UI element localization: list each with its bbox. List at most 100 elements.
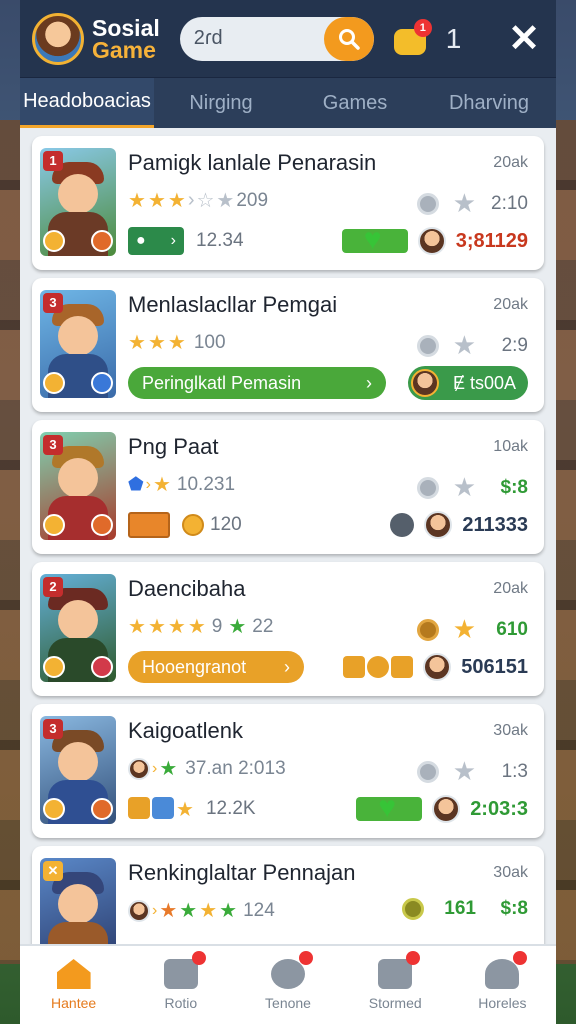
- clock-icon: [416, 334, 439, 357]
- stats-row: ★ 2:10: [416, 188, 528, 219]
- stats-row: ★ $:8: [416, 472, 528, 503]
- nav-rotio[interactable]: Rotio: [127, 946, 234, 1024]
- action-button[interactable]: Hooengranot ›: [128, 651, 304, 683]
- star-icon: ★: [219, 900, 238, 922]
- inbox-icon: [378, 951, 421, 989]
- game-title: Png Paat: [128, 434, 219, 459]
- player-avatar[interactable]: [424, 511, 453, 539]
- app-window: Sosial Game 1 1 ✕ Headoboacias Nirging G…: [20, 0, 556, 1024]
- game-title: Menlaslacllar Pemgai: [128, 292, 338, 317]
- stat-value: 1:3: [501, 760, 528, 782]
- book-badge-icon: [43, 656, 65, 678]
- rating-value: 37.an 2:013: [185, 757, 286, 779]
- chevron-icon: ›: [152, 901, 158, 919]
- game-thumbnail: 3: [40, 290, 116, 398]
- rating-value: 124: [243, 899, 275, 921]
- clock-icon: [402, 898, 424, 920]
- player-avatar: [128, 899, 150, 922]
- gear-icon[interactable]: [390, 513, 415, 537]
- rank-badge: 1: [43, 151, 63, 171]
- star-icon: ★: [128, 190, 146, 212]
- nav-label: Hantee: [51, 995, 97, 1011]
- star-icon: ★: [159, 758, 178, 780]
- stat-pre-value: 161: [444, 898, 476, 919]
- player-avatar[interactable]: [417, 227, 446, 255]
- game-title: Kaigoatlenk: [128, 718, 243, 743]
- rating-mid: 9: [211, 615, 223, 637]
- tab-bar: Headoboacias Nirging Games Dharving: [20, 78, 556, 128]
- game-thumbnail: 3: [40, 432, 116, 540]
- nav-home[interactable]: Hantee: [20, 946, 127, 1024]
- stats-row: ★ 1:3: [416, 756, 528, 787]
- user-avatar[interactable]: [32, 12, 84, 65]
- star-icon: ★: [128, 332, 146, 354]
- gift-icon: [152, 796, 174, 819]
- chevron-icon: ›: [145, 475, 151, 493]
- card-footer: ●› 12.34 3;81129: [128, 223, 528, 258]
- star-icon: ★: [199, 900, 218, 922]
- stats-row: ★ 2:9: [416, 330, 528, 361]
- rating-value: 100: [193, 331, 226, 353]
- card-footer: ★ 12.2K 2:03:3: [128, 791, 528, 826]
- leaderboard-list: 1 Pamigk lanlale Penarasin 20ak ★ ★ ★ › …: [20, 128, 556, 944]
- rating-row: › ★ ★ ★ ★ 124: [128, 898, 275, 923]
- list-item[interactable]: 3 Png Paat 10ak ⬟ › ★ 10.231 ★ $:8 120 2…: [32, 420, 544, 554]
- list-item[interactable]: 1 Pamigk lanlale Penarasin 20ak ★ ★ ★ › …: [32, 136, 544, 270]
- nav-tenone[interactable]: Tenone: [234, 946, 341, 1024]
- star-icon: ★: [147, 616, 166, 638]
- player-avatar[interactable]: [432, 795, 461, 823]
- tab-games[interactable]: Games: [288, 78, 422, 128]
- tab-leaderboards[interactable]: Headoboacias: [20, 78, 154, 128]
- close-button[interactable]: ✕: [508, 20, 540, 58]
- gold-badge-icon: [43, 230, 65, 252]
- top-bar: Sosial Game 1 1 ✕: [20, 0, 556, 78]
- search-bar: [179, 16, 374, 61]
- time-label: 30ak: [493, 864, 528, 881]
- notification-badge: 1: [413, 18, 432, 37]
- star-icon: ★: [152, 474, 171, 496]
- tab-nirging[interactable]: Nirging: [154, 78, 288, 128]
- nav-stormed[interactable]: Stormed: [342, 946, 449, 1024]
- clock-icon: [416, 760, 439, 783]
- notification-dot: [513, 951, 528, 965]
- notification-button[interactable]: 1: [393, 18, 432, 55]
- brand-line-1: Sosial: [92, 14, 160, 41]
- list-item[interactable]: 3 Kaigoatlenk 30ak › ★ 37.an 2:013 ★ 1:3: [32, 704, 544, 838]
- action-button[interactable]: Peringlkatl Pemasin ›: [128, 367, 386, 399]
- star-icon: ★: [452, 614, 476, 644]
- score-group: Ɇ ts00A: [407, 366, 528, 400]
- search-input[interactable]: [179, 27, 324, 50]
- star-icon: ★: [452, 472, 476, 502]
- star-icon: ★: [167, 332, 186, 354]
- rating-row: ⬟ › ★ 10.231: [128, 472, 235, 497]
- tab-dharving[interactable]: Dharving: [422, 78, 556, 128]
- sub-value: 12.2K: [205, 798, 256, 819]
- nav-horeles[interactable]: Horeles: [449, 946, 556, 1024]
- home-icon: [56, 959, 91, 989]
- notification-dot: [406, 951, 421, 965]
- star-icon: ★: [128, 616, 146, 638]
- rank-badge: 3: [43, 293, 63, 313]
- profile-icon: [485, 951, 528, 989]
- play-button[interactable]: ● ›: [128, 227, 184, 255]
- time-label: 20ak: [493, 296, 528, 313]
- list-item[interactable]: 3 Menlaslacllar Pemgai 20ak ★ ★ ★ 100 ★ …: [32, 278, 544, 412]
- list-item[interactable]: 2 Daencibaha 20ak ★ ★ ★ ★ 9 ★ 22 ★ 610 H…: [32, 562, 544, 696]
- time-label: 20ak: [493, 580, 528, 597]
- star-icon: ★: [452, 188, 476, 218]
- player-pill[interactable]: Ɇ ts00A: [407, 366, 528, 400]
- star-icon: ★: [147, 332, 166, 354]
- player-avatar[interactable]: [423, 653, 452, 681]
- stats-row: ★ 610: [416, 614, 528, 645]
- screen-icon: [163, 951, 206, 989]
- search-button[interactable]: [323, 16, 374, 61]
- score-group: 2:03:3: [356, 791, 528, 825]
- sword-rank-icon: ✕: [43, 861, 63, 881]
- nav-label: Horeles: [478, 995, 527, 1011]
- rating-row: ★ ★ ★ ★ 9 ★ 22: [128, 614, 273, 639]
- list-item[interactable]: ✕ Renkinglaltar Pennajan 30ak › ★ ★ ★ ★ …: [32, 846, 544, 944]
- bottom-nav: Hantee Rotio Tenone Stormed Horeles: [20, 944, 556, 1024]
- time-label: 20ak: [493, 154, 528, 171]
- score-value: 3;81129: [455, 229, 528, 252]
- chevron-right-icon: ›: [366, 372, 372, 393]
